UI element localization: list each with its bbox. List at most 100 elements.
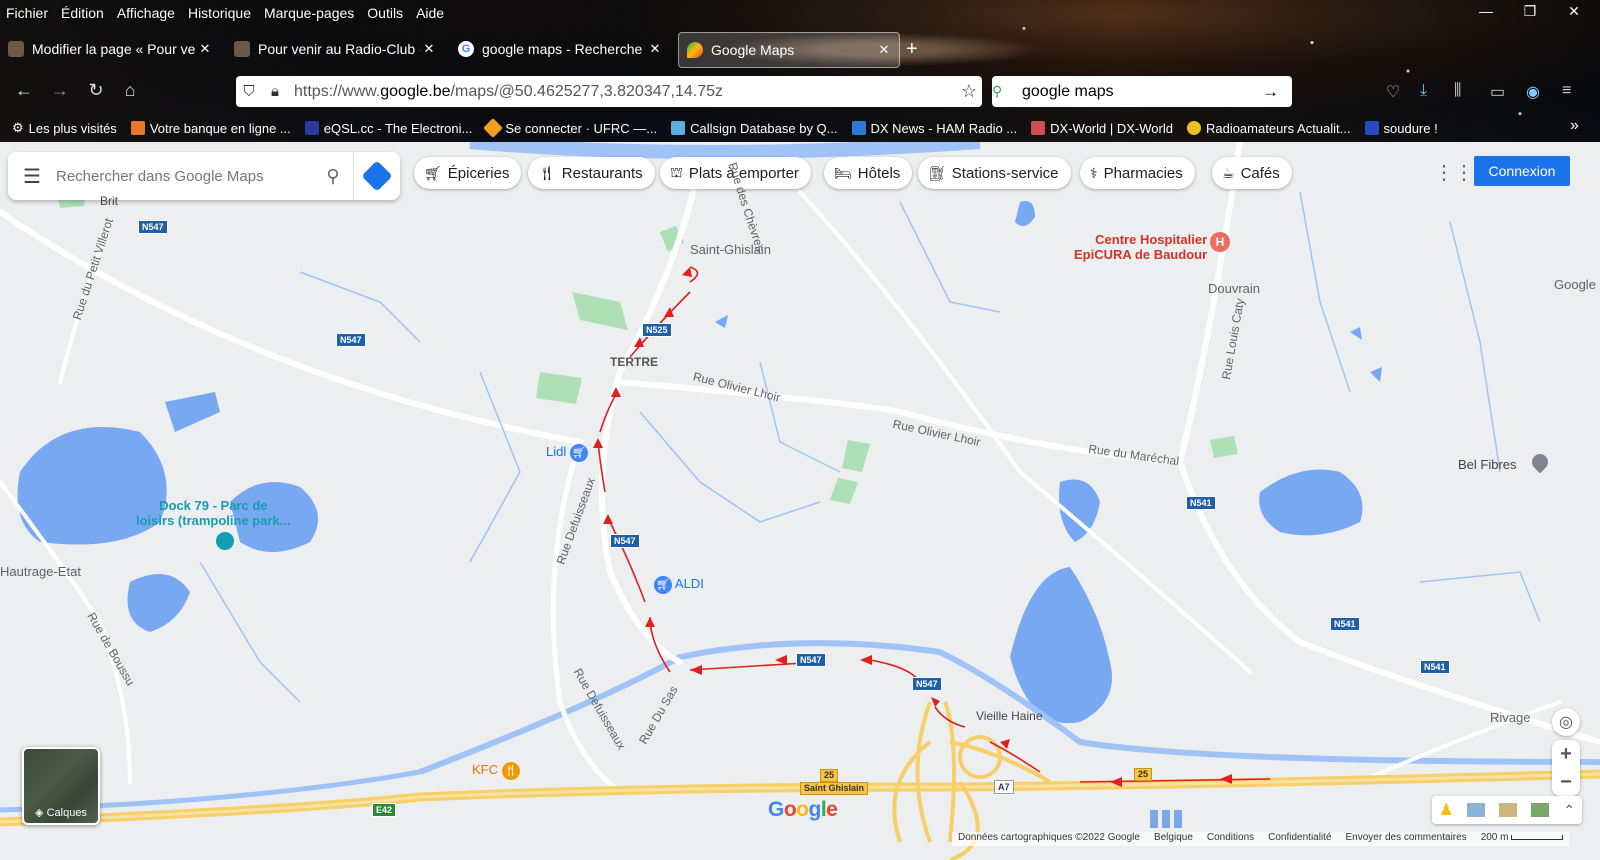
tab-title: Google Maps (711, 42, 795, 58)
place-douvrain[interactable]: Douvrain (1208, 281, 1260, 296)
poi-hospital[interactable]: Centre Hospitalier EpiCURA de Baudour (1074, 232, 1207, 262)
restore-icon[interactable]: ❐ (1520, 3, 1540, 20)
chip-pharmacies[interactable]: ⚕ Pharmacies (1080, 157, 1195, 189)
google-g-icon: G (458, 41, 474, 57)
bookmark-soudure[interactable]: soudure ! (1364, 116, 1438, 140)
place-hautrage[interactable]: Hautrage-Etat (0, 564, 81, 579)
bookmark-radioamateurs[interactable]: Radioamateurs Actualit... (1186, 116, 1351, 140)
tab-google-maps[interactable]: Google Maps ✕ (678, 32, 900, 68)
menu-hamburger-icon[interactable]: ☰ (8, 164, 56, 189)
google-apps-icon[interactable]: ⋮⋮⋮ (1434, 160, 1494, 184)
url-text[interactable]: https://www.google.be/maps/@50.4625277,3… (294, 83, 956, 101)
bookmark-eqsl[interactable]: eQSL.cc - The Electroni... (304, 116, 472, 140)
imagery-thumb-icon[interactable] (1531, 803, 1550, 817)
maps-search-input[interactable]: Rechercher dans Google Maps (56, 168, 313, 185)
tab-radio-club[interactable]: Pour venir au Radio-Club - ✕ (226, 32, 444, 66)
web-search-bar[interactable]: ⚲ google maps → (992, 76, 1292, 107)
reload-icon[interactable]: ↻ (84, 80, 108, 101)
hospital-pin-icon[interactable]: H (1210, 232, 1230, 252)
login-button[interactable]: Connexion (1474, 156, 1570, 186)
menu-edition[interactable]: Édition (61, 2, 104, 24)
forward-icon[interactable]: → (48, 80, 72, 101)
home-icon[interactable]: ⌂ (118, 80, 142, 101)
chip-cafes[interactable]: ☕︎ Cafés (1212, 157, 1292, 189)
bookmark-ufrc[interactable]: Se connecter · UFRC —... (483, 116, 657, 140)
poi-aldi[interactable]: 🛒︎ ALDI (654, 576, 704, 594)
pocket-icon[interactable]: ♡ (1386, 82, 1400, 102)
search-query[interactable]: google maps (1022, 83, 1262, 101)
downloads-icon[interactable]: ⤓ (1420, 82, 1427, 100)
poi-dock79[interactable]: Dock 79 - Parc de loisirs (trampoline par… (136, 498, 291, 528)
road-shield-a7: A7 (994, 780, 1014, 794)
bookmark-star-icon[interactable]: ☆ (956, 81, 982, 102)
menu-aide[interactable]: Aide (416, 2, 444, 24)
imagery-thumb-icon[interactable] (1499, 803, 1518, 817)
exit-label-saint-ghislain: Saint Ghislain (800, 782, 869, 795)
country-link[interactable]: Belgique (1154, 832, 1193, 846)
menu-marque-pages[interactable]: Marque-pages (264, 2, 354, 24)
callsign-favicon-icon (671, 121, 686, 135)
lock-icon[interactable]: 🔒︎ (262, 83, 288, 100)
tab-google-search[interactable]: G google maps - Recherche G ✕ (450, 32, 670, 66)
bookmark-dxnews[interactable]: DX News - HAM Radio ... (851, 116, 1017, 140)
privacy-link[interactable]: Confidentialité (1268, 832, 1331, 846)
place-bel-fibres[interactable]: Bel Fibres (1458, 457, 1517, 472)
shield-icon[interactable]: ⛉ (236, 83, 262, 100)
account-icon[interactable]: ◉ (1526, 82, 1540, 102)
scale-bar[interactable]: 200 m (1481, 832, 1564, 846)
poi-lidl[interactable]: Lidl 🛒︎ (546, 444, 588, 462)
road-shield-e42: E42 (372, 803, 397, 817)
exit-shield-25: 25 (820, 769, 839, 782)
exit-shield-25: 25 (1134, 768, 1153, 781)
chevron-up-icon[interactable]: ⌃ (1563, 802, 1575, 819)
bookmark-bank[interactable]: Votre banque en ligne ... (130, 116, 291, 140)
search-go-icon[interactable]: → (1262, 82, 1292, 102)
maps-search-box: ☰ Rechercher dans Google Maps ⚲ (8, 152, 400, 200)
menu-fichier[interactable]: Fichier (6, 2, 48, 24)
place-vieille-haine[interactable]: Vieille Haine (976, 709, 1043, 723)
new-tab-icon[interactable]: + (906, 38, 918, 61)
sidebar-icon[interactable]: ▭ (1490, 82, 1505, 102)
directions-icon[interactable] (353, 152, 400, 200)
chip-epiceries[interactable]: 🛒︎ Épiceries (414, 157, 522, 189)
map-canvas[interactable]: ☰ Rechercher dans Google Maps ⚲ 🛒︎ Épicer… (0, 142, 1600, 860)
my-location-icon[interactable]: ◎ (1552, 708, 1580, 736)
zoom-out-icon[interactable]: − (1560, 768, 1572, 796)
close-tab-icon[interactable]: ✕ (196, 41, 214, 57)
tab-modifier-page[interactable]: Modifier la page « Pour ver ✕ (0, 32, 220, 66)
back-icon[interactable]: ← (12, 80, 36, 101)
chip-hotels[interactable]: 🛏︎ Hôtels (824, 157, 913, 189)
url-bar[interactable]: ⛉ 🔒︎ https://www.google.be/maps/@50.4625… (236, 76, 982, 107)
fuel-icon: ⛽︎ (928, 164, 946, 181)
close-tab-icon[interactable]: ✕ (420, 41, 438, 57)
search-icon[interactable]: ⚲ (313, 166, 353, 187)
close-tab-icon[interactable]: ✕ (875, 42, 893, 58)
chevron-more-icon[interactable]: » (1570, 117, 1579, 135)
pegman-icon[interactable]: ♟ (1439, 800, 1453, 820)
chip-restaurants[interactable]: 🍴︎ Restaurants (528, 157, 655, 189)
park-pin-icon[interactable] (216, 532, 234, 550)
app-menu-icon[interactable]: ≡ (1562, 82, 1571, 100)
layers-button[interactable]: ◈ Calques (22, 747, 100, 825)
bookmark-most-visited[interactable]: ⚙ Les plus visités (12, 116, 117, 140)
chip-stations-service[interactable]: ⛽︎ Stations-service (918, 157, 1071, 189)
zoom-in-icon[interactable]: + (1560, 740, 1572, 768)
minimize-icon[interactable]: — (1476, 3, 1496, 19)
place-google-edge[interactable]: Google (1554, 277, 1596, 292)
place-tertre[interactable]: TERTRE (610, 355, 658, 369)
close-tab-icon[interactable]: ✕ (646, 41, 664, 57)
poi-kfc[interactable]: KFC 🍴︎ (472, 762, 520, 780)
place-brit[interactable]: Brit (100, 194, 118, 208)
menu-outils[interactable]: Outils (367, 2, 403, 24)
place-rivage[interactable]: Rivage (1490, 710, 1530, 725)
menu-affichage[interactable]: Affichage (117, 2, 175, 24)
close-window-icon[interactable]: ✕ (1564, 3, 1584, 20)
gear-icon: ⚙ (12, 120, 24, 135)
bookmark-dxworld[interactable]: DX-World | DX-World (1031, 116, 1173, 140)
imagery-thumb-icon[interactable] (1467, 803, 1486, 817)
bookmark-callsign[interactable]: Callsign Database by Q... (671, 116, 838, 140)
feedback-link[interactable]: Envoyer des commentaires (1346, 832, 1467, 846)
terms-link[interactable]: Conditions (1207, 832, 1254, 846)
menu-historique[interactable]: Historique (188, 2, 251, 24)
library-icon[interactable]: ⫼ (1454, 82, 1461, 100)
